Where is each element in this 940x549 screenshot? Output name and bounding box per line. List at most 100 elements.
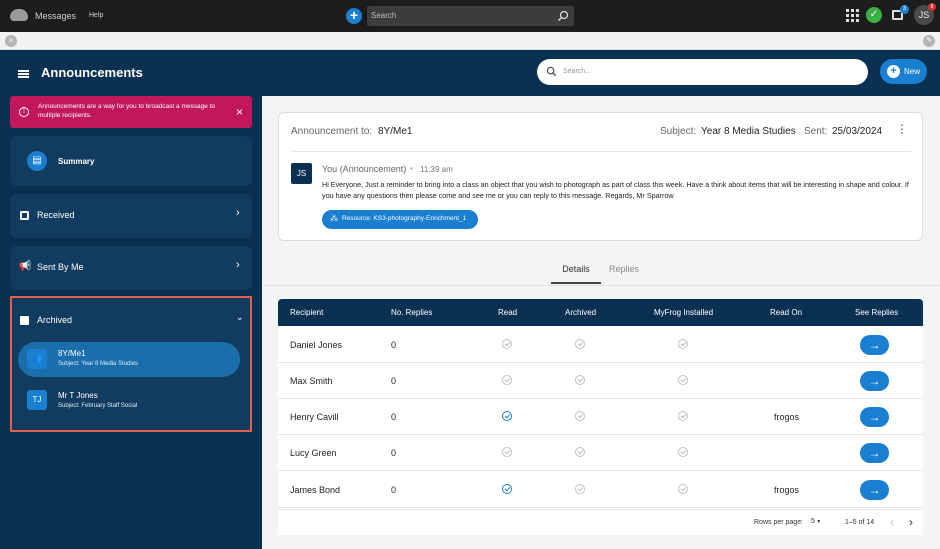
megaphone-icon: 📢 (19, 261, 32, 272)
alert-badge: 8 (928, 3, 936, 11)
archived-check-icon (575, 411, 585, 421)
more-options-icon[interactable]: ⋮ (896, 123, 908, 135)
table-row: Henry Cavill 0 frogos → (278, 399, 923, 435)
read-check-icon (502, 375, 512, 385)
table-row: Max Smith 0 → (278, 363, 923, 399)
sidebar: Announcements ! Announcements are a way … (0, 50, 262, 549)
archived-item-subtitle: Subject: February Staff Social (58, 403, 138, 409)
received-card[interactable]: Received › (10, 194, 252, 238)
resource-chip[interactable]: ⁂ Resource: KS3-photography-Enrichment_1 (322, 210, 478, 229)
notifications-badge: 3 (900, 5, 909, 14)
chevron-down-icon[interactable]: ⌄ (236, 312, 244, 323)
group-icon: 👥 (27, 349, 47, 369)
next-page-icon[interactable]: › (909, 515, 913, 529)
th-recipient: Recipient (290, 308, 324, 317)
replies-count: 0 (391, 340, 397, 350)
rows-per-page-select[interactable]: 5 ▼ (811, 518, 831, 530)
summary-label: Summary (58, 157, 95, 166)
read-check-icon (502, 484, 512, 494)
new-button-label: New (904, 67, 921, 76)
recipient-name: Max Smith (290, 376, 333, 386)
author-avatar: JS (291, 163, 312, 184)
edit-window-icon[interactable]: ✎ (923, 35, 935, 47)
main-header: Search... + New (262, 50, 940, 96)
clock-icon: • (410, 164, 413, 173)
archive-icon (20, 316, 29, 325)
chevron-right-icon: › (236, 259, 240, 271)
announcement-card: Announcement to: 8Y/Me1 Subject: Year 8 … (278, 112, 923, 241)
inbox-icon (20, 211, 29, 220)
read-check-icon (502, 411, 512, 421)
myfrog-check-icon (678, 375, 688, 385)
apps-grid-icon[interactable] (846, 9, 859, 22)
frog-logo-icon[interactable] (10, 9, 28, 21)
menu-icon[interactable] (18, 70, 29, 78)
resource-icon: ⁂ (330, 214, 338, 223)
see-replies-button[interactable]: → (860, 335, 889, 355)
app-title[interactable]: Messages (35, 11, 76, 21)
table-row: James Bond 0 frogos → (278, 472, 923, 508)
archived-card: Archived ⌄ 👥 8Y/Me1 Subject: Year 8 Medi… (10, 296, 252, 432)
read-on: frogos (774, 485, 800, 495)
add-button[interactable]: + (346, 8, 362, 24)
message-time: 11:39 am (420, 165, 453, 174)
sent-label: Sent By Me (37, 262, 84, 272)
th-see-replies: See Replies (855, 308, 899, 317)
summary-card[interactable]: ▤ Summary (10, 136, 252, 186)
archived-item-title: Mr T Jones (58, 391, 98, 400)
search-icon (557, 10, 569, 22)
recipient-name: James Bond (290, 485, 341, 495)
recipient-name: Lucy Green (290, 448, 337, 458)
tab-replies-label: Replies (608, 264, 639, 274)
tab-replies[interactable]: Replies (603, 258, 645, 284)
pagination: Rows per page: 5 ▼ 1–5 of 14 ‹ › (278, 509, 923, 535)
th-replies: No. Replies (391, 308, 433, 317)
myfrog-check-icon (678, 411, 688, 421)
table-row: Daniel Jones 0 → (278, 327, 923, 363)
recipient-name: Henry Cavill (290, 412, 339, 422)
read-check-icon (502, 447, 512, 457)
announcement-search-placeholder: Search... (563, 68, 592, 75)
subject-value: Year 8 Media Studies (701, 126, 796, 137)
see-replies-button[interactable]: → (860, 371, 889, 391)
table-header: Recipient No. Replies Read Archived MyFr… (278, 299, 923, 326)
close-window-icon[interactable]: × (5, 35, 17, 47)
archived-item[interactable]: TJ Mr T Jones Subject: February Staff So… (18, 384, 240, 419)
recipient-name: Daniel Jones (290, 340, 343, 350)
help-link[interactable]: Help (89, 12, 103, 19)
archived-item-active[interactable]: 👥 8Y/Me1 Subject: Year 8 Media Studies (18, 342, 240, 377)
announcement-search[interactable]: Search... (537, 59, 868, 85)
message-body: Hi Everyone, Just a reminder to bring in… (322, 180, 909, 200)
archived-check-icon (575, 447, 585, 457)
resource-label: Resource: KS3-photography-Enrichment_1 (342, 215, 467, 222)
replies-count: 0 (391, 448, 397, 458)
tab-details[interactable]: Details (551, 258, 601, 284)
sent-value: 25/03/2024 (832, 126, 883, 137)
rows-per-page-label: Rows per page: (754, 519, 804, 526)
chevron-right-icon: › (236, 207, 240, 219)
dropdown-caret-icon: ▼ (814, 519, 822, 525)
global-search[interactable]: Search (367, 6, 574, 26)
th-read: Read (498, 308, 518, 317)
archived-item-title: 8Y/Me1 (58, 349, 86, 358)
th-archived: Archived (565, 308, 597, 317)
info-text: Announcements are a way for you to broad… (38, 103, 216, 119)
tab-details-label: Details (562, 264, 590, 274)
close-banner-icon[interactable]: × (236, 105, 243, 119)
myfrog-check-icon (678, 447, 688, 457)
author-name: You (Announcement) (322, 164, 407, 174)
sent-card[interactable]: 📢 Sent By Me › (10, 246, 252, 290)
archived-label[interactable]: Archived (37, 315, 72, 325)
archived-check-icon (575, 339, 585, 349)
prev-page-icon[interactable]: ‹ (890, 515, 894, 529)
status-check-icon[interactable]: ✓ (866, 7, 882, 23)
page-range: 1–5 of 14 (845, 519, 875, 526)
received-label: Received (37, 210, 75, 220)
top-bar: Messages Help + Search ✓ 3 JS 8 (0, 0, 940, 32)
new-button[interactable]: + New (880, 59, 927, 84)
card-divider (291, 151, 911, 152)
search-icon (546, 66, 557, 77)
see-replies-button[interactable]: → (860, 480, 889, 500)
see-replies-button[interactable]: → (860, 407, 889, 427)
see-replies-button[interactable]: → (860, 443, 889, 463)
